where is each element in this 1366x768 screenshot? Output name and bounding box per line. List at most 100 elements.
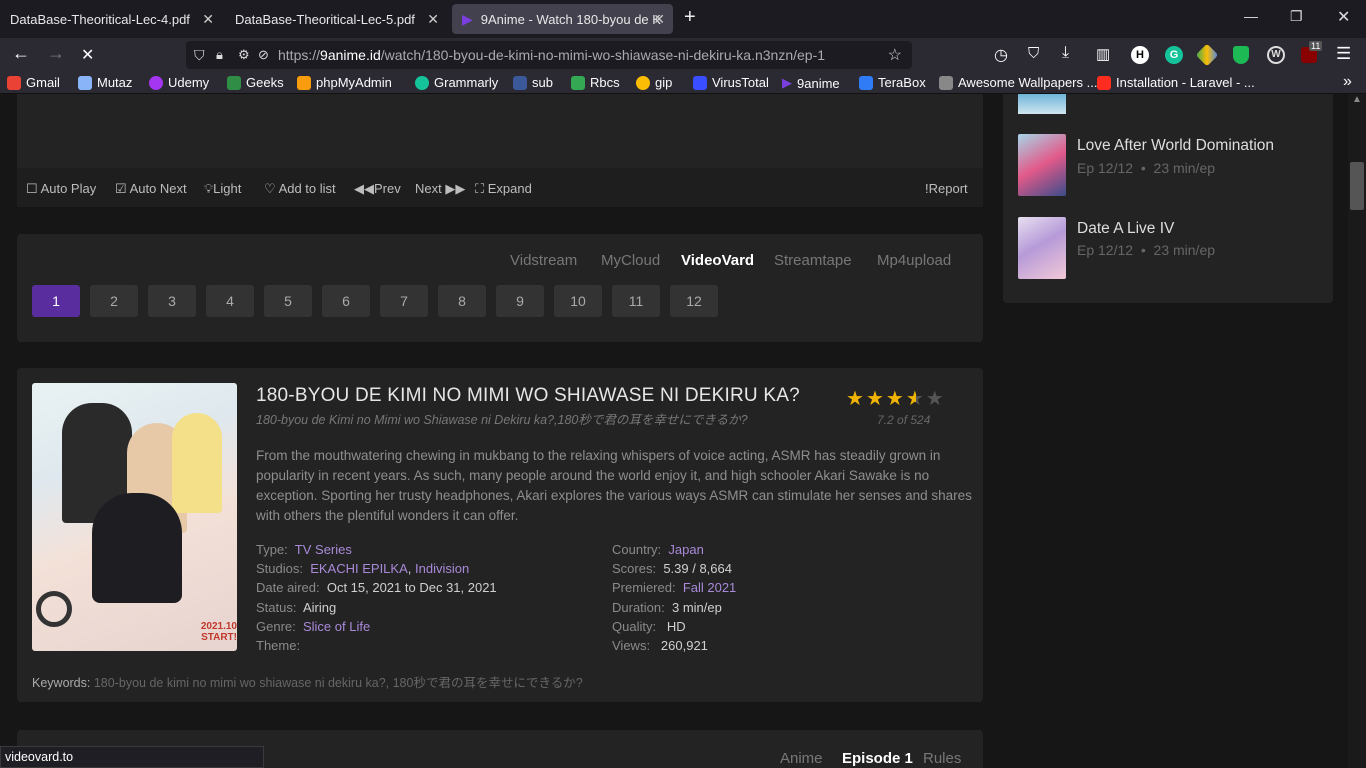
- anime-alt-title: 180-byou de Kimi no Mimi wo Shiawase ni …: [256, 413, 748, 427]
- genre-link[interactable]: Slice of Life: [303, 619, 370, 634]
- rating-stars[interactable]: ★★★★★: [846, 386, 946, 411]
- video-player[interactable]: ☐ Auto Play ☑ Auto Next 💡︎Light ♡ Add to…: [17, 94, 983, 207]
- add-to-list-button[interactable]: ♡ Add to list: [264, 181, 336, 197]
- tab-label: DataBase-Theoritical-Lec-4.pdf: [10, 11, 190, 27]
- episode-button[interactable]: 11: [612, 285, 660, 317]
- extension-h-icon[interactable]: H: [1131, 46, 1149, 64]
- pocket-icon[interactable]: ⛉: [1028, 45, 1039, 62]
- headphones-icon: [36, 591, 72, 627]
- bookmark-virustotal[interactable]: VirusTotal: [693, 75, 769, 90]
- restore-icon[interactable]: ❐: [1290, 8, 1303, 25]
- episode-button[interactable]: 2: [90, 285, 138, 317]
- bookmark-label: gip: [655, 75, 673, 90]
- bookmark-star-icon[interactable]: ☆: [888, 45, 902, 65]
- episode-button[interactable]: 6: [322, 285, 370, 317]
- back-icon[interactable]: ←: [12, 43, 30, 64]
- server-videovard[interactable]: VideoVard: [681, 252, 754, 269]
- tab-lec5[interactable]: DataBase-Theoritical-Lec-5.pdf ✕: [225, 4, 447, 34]
- bookmark-gmail[interactable]: Gmail: [7, 75, 60, 90]
- related-title[interactable]: Date A Live IV: [1077, 220, 1174, 238]
- shield-extension-icon[interactable]: [1233, 46, 1249, 64]
- bookmark-gip[interactable]: gip: [636, 75, 672, 90]
- grammarly-icon[interactable]: G: [1165, 46, 1183, 64]
- expand-button[interactable]: ⛶ Expand: [475, 181, 532, 197]
- anime-poster[interactable]: 2021.10 START!: [32, 383, 237, 651]
- related-thumb[interactable]: [1018, 94, 1066, 114]
- tab-episode[interactable]: Episode 1: [842, 750, 913, 767]
- server-mp4upload[interactable]: Mp4upload: [877, 252, 951, 269]
- episode-button[interactable]: 9: [496, 285, 544, 317]
- premiered-link[interactable]: Fall 2021: [683, 580, 736, 595]
- episode-button[interactable]: 10: [554, 285, 602, 317]
- url-bar[interactable]: ⛉ 🔒︎ ⚙ ⊘ https://9anime.id/watch/180-byo…: [186, 41, 912, 69]
- tab-rules[interactable]: Rules: [923, 750, 961, 767]
- next-button[interactable]: Next ▶▶: [415, 181, 465, 197]
- star-icon: ★: [925, 388, 946, 410]
- download-icon[interactable]: ⤓: [1062, 44, 1069, 62]
- menu-icon[interactable]: ☰: [1336, 44, 1351, 64]
- episode-button[interactable]: 3: [148, 285, 196, 317]
- server-vidstream[interactable]: Vidstream: [510, 252, 577, 269]
- studio-link[interactable]: Indivision: [415, 561, 469, 576]
- close-window-icon[interactable]: ✕: [1337, 7, 1350, 27]
- scroll-up-icon[interactable]: ▲: [1352, 94, 1362, 105]
- bookmark-laravel[interactable]: Installation - Laravel - ...: [1097, 75, 1255, 90]
- related-thumb[interactable]: [1018, 217, 1066, 279]
- permissions-icon[interactable]: ⚙: [238, 47, 250, 63]
- bookmark-label: VirusTotal: [712, 75, 769, 90]
- tab-9anime[interactable]: ▶ 9Anime - Watch 180-byou de K ✕: [452, 4, 673, 34]
- bookmark-udemy[interactable]: Udemy: [149, 75, 209, 90]
- bookmark-sub[interactable]: sub: [513, 75, 553, 90]
- stop-icon[interactable]: ✕: [81, 45, 94, 65]
- tab-lec4[interactable]: DataBase-Theoritical-Lec-4.pdf ✕: [0, 4, 222, 34]
- bookmark-geeks[interactable]: Geeks: [227, 75, 284, 90]
- bookmark-9anime[interactable]: ▶ 9anime: [782, 75, 840, 91]
- tab-anime[interactable]: Anime: [780, 750, 823, 767]
- wappalyzer-icon[interactable]: W: [1267, 46, 1285, 64]
- episode-button[interactable]: 8: [438, 285, 486, 317]
- chevron-right-icon[interactable]: »: [1343, 73, 1352, 91]
- autoplay-toggle[interactable]: ☐ Auto Play: [26, 181, 96, 197]
- type-link[interactable]: TV Series: [295, 542, 352, 557]
- sub-icon: [513, 75, 527, 90]
- server-mycloud[interactable]: MyCloud: [601, 252, 660, 269]
- close-icon[interactable]: ✕: [427, 11, 439, 28]
- studio-link[interactable]: EKACHI EPILKA: [310, 561, 408, 576]
- bookmark-wallpapers[interactable]: Awesome Wallpapers ...: [939, 75, 1097, 90]
- episode-button[interactable]: 5: [264, 285, 312, 317]
- prev-button[interactable]: ◀◀Prev: [354, 181, 401, 197]
- close-icon[interactable]: ✕: [202, 11, 214, 28]
- bookmark-mutaz[interactable]: Mutaz: [78, 75, 132, 90]
- related-thumb[interactable]: [1018, 134, 1066, 196]
- mutaz-icon: [78, 75, 92, 90]
- new-tab-icon[interactable]: +: [684, 6, 696, 29]
- history-icon[interactable]: ◷: [994, 45, 1008, 65]
- scrollbar[interactable]: ▲: [1348, 94, 1366, 768]
- episode-button[interactable]: 4: [206, 285, 254, 317]
- virustotal-icon: [693, 75, 707, 90]
- country-link[interactable]: Japan: [668, 542, 703, 557]
- related-title[interactable]: Love After World Domination: [1077, 137, 1274, 155]
- report-button[interactable]: !Report: [925, 181, 968, 196]
- bookmark-terabox[interactable]: TeraBox: [859, 75, 926, 90]
- autonext-toggle[interactable]: ☑ Auto Next: [115, 181, 187, 197]
- light-button[interactable]: 💡︎Light: [204, 181, 241, 197]
- episode-button[interactable]: 12: [670, 285, 718, 317]
- episode-button[interactable]: 7: [380, 285, 428, 317]
- bookmark-label: Udemy: [168, 75, 210, 90]
- no-autoplay-icon[interactable]: ⊘: [258, 47, 269, 63]
- close-icon[interactable]: ✕: [653, 11, 665, 28]
- bookmark-rbcs[interactable]: Rbcs: [571, 75, 620, 90]
- minimize-icon[interactable]: —: [1244, 8, 1258, 24]
- bookmark-label: Grammarly: [434, 75, 499, 90]
- bookmark-label: phpMyAdmin: [316, 75, 392, 90]
- forward-icon[interactable]: →: [47, 43, 65, 64]
- episode-button[interactable]: 1: [32, 285, 80, 317]
- meta-left: Type: TV Series Studios: EKACHI EPILKA, …: [256, 542, 497, 654]
- server-streamtape[interactable]: Streamtape: [774, 252, 852, 269]
- sidebar-icon[interactable]: ▥: [1096, 45, 1110, 63]
- scrollbar-thumb[interactable]: [1350, 162, 1364, 210]
- bookmark-phpmyadmin[interactable]: phpMyAdmin: [297, 75, 392, 90]
- extension-drive-icon[interactable]: [1195, 43, 1219, 67]
- bookmark-grammarly[interactable]: Grammarly: [415, 75, 498, 90]
